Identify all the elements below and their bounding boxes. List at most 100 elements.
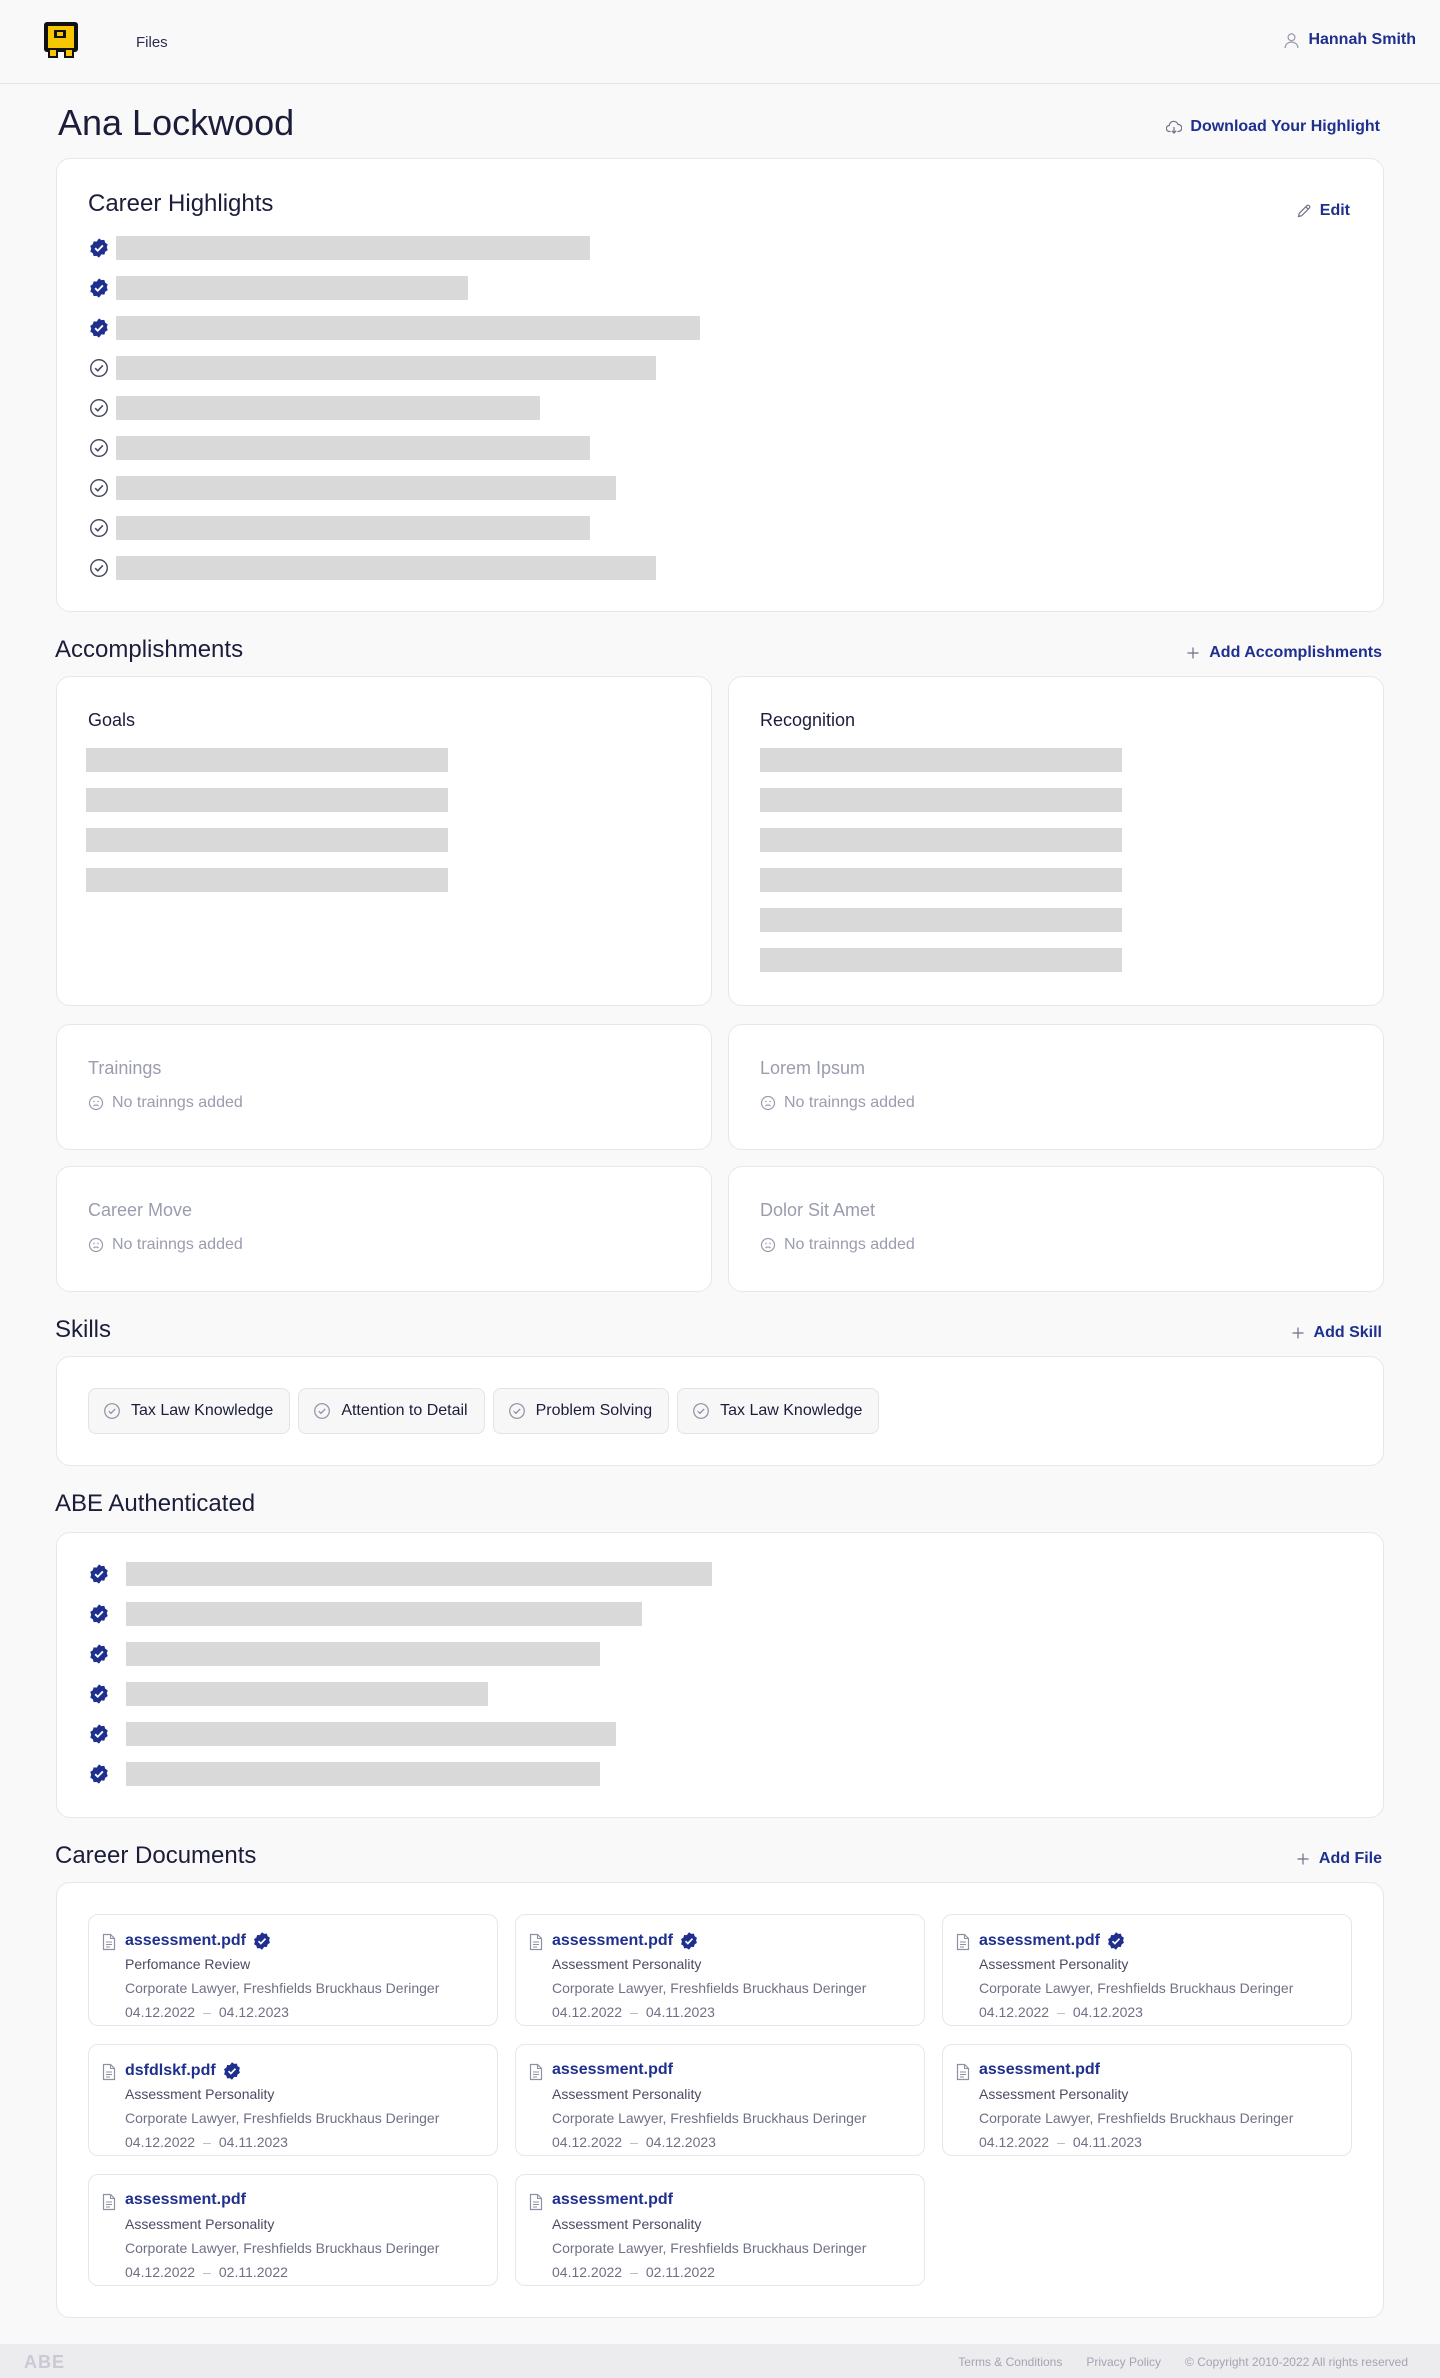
highlight-item (88, 356, 656, 380)
edit-highlights-button[interactable]: Edit (1296, 202, 1350, 220)
download-highlight-button[interactable]: Download Your Highlight (1166, 118, 1380, 136)
document-name: assessment.pdf (552, 2061, 673, 2078)
lorem-ipsum-title: Lorem Ipsum (760, 1058, 866, 1078)
document-name: assessment.pdf (979, 1932, 1100, 1949)
document-card[interactable]: assessment.pdf Assessment Personality Corp… (515, 1914, 925, 2026)
placeholder-bar (760, 908, 1122, 932)
document-name-link[interactable]: dsfdlskf.pdf (125, 2061, 242, 2081)
check-circle-icon (90, 559, 108, 577)
placeholder-bar (760, 748, 1122, 772)
verified-badge-icon (90, 238, 108, 258)
highlight-item (88, 516, 590, 540)
career-move-title: Career Move (88, 1200, 193, 1220)
edit-label: Edit (1319, 202, 1350, 219)
placeholder-bar (760, 868, 1122, 892)
top-header: Files Hannah Smith (0, 0, 1440, 84)
document-name-link[interactable]: assessment.pdf (552, 2191, 673, 2209)
skill-chip[interactable]: Tax Law Knowledge (88, 1388, 291, 1434)
verified-badge-icon (681, 1932, 697, 1950)
document-dates: 04.12.2022–02.11.2022 (125, 2264, 288, 2280)
document-organization: Corporate Lawyer, Freshfields Bruckhaus … (125, 2240, 440, 2256)
document-card[interactable]: assessment.pdf Assessment Personality Corp… (942, 1914, 1352, 2026)
dolor-sit-amet-card (728, 1166, 1384, 1292)
skill-chip[interactable]: Tax Law Knowledge (677, 1388, 880, 1434)
placeholder-bar (86, 788, 448, 812)
document-dates: 04.12.2022–02.11.2022 (552, 2264, 715, 2280)
document-card[interactable]: assessment.pdf Perfomance Review Corporate… (88, 1914, 498, 2026)
verified-badge-icon (90, 1684, 108, 1704)
document-start-date: 04.12.2022 (552, 2004, 623, 2020)
document-name: assessment.pdf (552, 2191, 673, 2208)
nav-files-link[interactable]: Files (136, 34, 168, 51)
placeholder-bar (86, 828, 448, 852)
file-icon (956, 2063, 970, 2081)
check-circle-icon (508, 1403, 525, 1419)
placeholder-bar (116, 516, 590, 540)
document-card[interactable]: dsfdlskf.pdf Assessment Personality Corpor… (88, 2044, 498, 2156)
check-circle-icon (90, 519, 108, 537)
skill-label: Tax Law Knowledge (131, 1402, 274, 1419)
document-organization: Corporate Lawyer, Freshfields Bruckhaus … (979, 1980, 1294, 1996)
lorem-ipsum-empty-state: No trainngs added (760, 1094, 915, 1112)
add-accomplishments-label: Add Accomplishments (1209, 644, 1382, 661)
skill-chip[interactable]: Attention to Detail (298, 1388, 485, 1434)
document-name-link[interactable]: assessment.pdf (125, 1931, 272, 1951)
add-accomplishments-button[interactable]: Add Accomplishments (1185, 644, 1382, 662)
document-type: Assessment Personality (552, 1956, 702, 1972)
document-name-link[interactable]: assessment.pdf (552, 1931, 699, 1951)
document-start-date: 04.12.2022 (979, 2004, 1050, 2020)
logo-icon[interactable] (40, 18, 84, 62)
user-menu[interactable]: Hannah Smith (1283, 31, 1416, 49)
document-organization: Corporate Lawyer, Freshfields Bruckhaus … (552, 2110, 867, 2126)
document-name: dsfdlskf.pdf (125, 2062, 216, 2079)
page-title: Ana Lockwood (58, 102, 295, 143)
document-type: Assessment Personality (979, 2086, 1129, 2102)
placeholder-bar (126, 1642, 600, 1666)
download-icon (1166, 120, 1183, 134)
document-name: assessment.pdf (125, 1932, 246, 1949)
skills-list: Tax Law Knowledge Attention to Detail Pr… (88, 1388, 880, 1434)
document-dates: 04.12.2022–04.11.2023 (979, 2134, 1142, 2150)
privacy-link[interactable]: Privacy Policy (1086, 2355, 1161, 2369)
highlight-item (88, 276, 468, 300)
check-circle-icon (693, 1403, 710, 1419)
edit-icon (1297, 204, 1311, 218)
date-separator: – (630, 2134, 638, 2150)
abe-authenticated-item (88, 1562, 712, 1586)
add-skill-button[interactable]: Add Skill (1290, 1324, 1382, 1342)
placeholder-bar (116, 476, 616, 500)
copyright-text: © Copyright 2010-2022 All rights reserve… (1185, 2355, 1408, 2369)
document-name-link[interactable]: assessment.pdf (979, 1931, 1126, 1951)
document-start-date: 04.12.2022 (125, 2004, 196, 2020)
placeholder-bar (126, 1602, 642, 1626)
trainings-card (56, 1024, 712, 1150)
add-file-button[interactable]: Add File (1295, 1850, 1382, 1868)
document-type: Assessment Personality (552, 2086, 702, 2102)
verified-badge-icon (90, 1604, 108, 1624)
verified-badge-icon (90, 278, 108, 298)
highlight-item (88, 316, 700, 340)
terms-link[interactable]: Terms & Conditions (958, 2355, 1062, 2369)
document-name: assessment.pdf (552, 1932, 673, 1949)
document-dates: 04.12.2022–04.12.2023 (979, 2004, 1143, 2020)
highlight-item (88, 396, 540, 420)
verified-badge-icon (254, 1932, 270, 1950)
document-name-link[interactable]: assessment.pdf (125, 2191, 246, 2209)
document-card[interactable]: assessment.pdf Assessment Personality Corp… (942, 2044, 1352, 2156)
goals-title: Goals (88, 710, 136, 730)
trainings-title: Trainings (88, 1058, 162, 1078)
document-name: assessment.pdf (125, 2191, 246, 2208)
dolor-sit-amet-empty-text: No trainngs added (784, 1236, 915, 1253)
document-card[interactable]: assessment.pdf Assessment Personality Corp… (515, 2174, 925, 2286)
career-documents-title: Career Documents (55, 1842, 257, 1869)
skill-chip[interactable]: Problem Solving (492, 1388, 670, 1434)
dolor-sit-amet-empty-state: No trainngs added (760, 1236, 915, 1254)
document-name-link[interactable]: assessment.pdf (979, 2061, 1100, 2079)
document-organization: Corporate Lawyer, Freshfields Bruckhaus … (979, 2110, 1294, 2126)
document-card[interactable]: assessment.pdf Assessment Personality Corp… (88, 2174, 498, 2286)
document-card[interactable]: assessment.pdf Assessment Personality Corp… (515, 2044, 925, 2156)
verified-badge-icon (223, 2062, 240, 2080)
highlight-item (88, 476, 616, 500)
document-name-link[interactable]: assessment.pdf (552, 2061, 673, 2079)
placeholder-bar (760, 948, 1122, 972)
